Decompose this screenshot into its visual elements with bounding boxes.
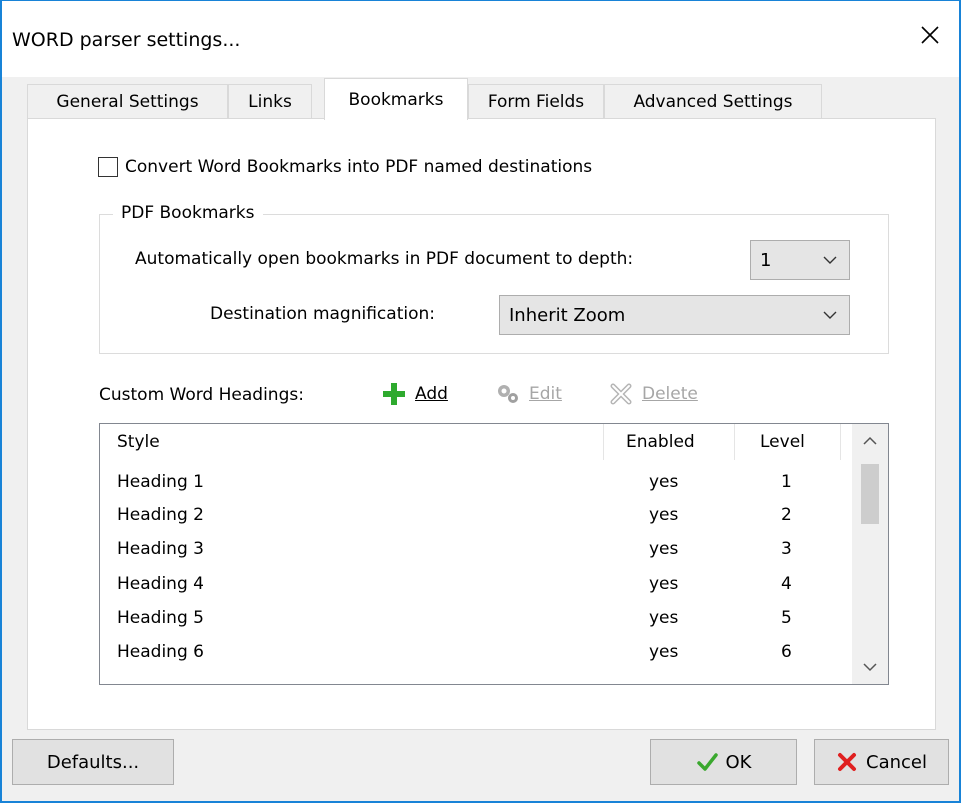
defaults-button[interactable]: Defaults... bbox=[12, 739, 174, 785]
table-row[interactable]: Heading 2 yes 2 bbox=[100, 498, 850, 532]
vertical-scrollbar[interactable] bbox=[852, 424, 888, 684]
magnification-value: Inherit Zoom bbox=[509, 304, 626, 326]
cell-level: 5 bbox=[781, 608, 792, 628]
scroll-up-button[interactable] bbox=[852, 424, 888, 458]
defaults-button-label: Defaults... bbox=[46, 751, 140, 773]
scroll-down-button[interactable] bbox=[852, 650, 888, 684]
tab-label: Links bbox=[248, 91, 292, 112]
depth-label: Automatically open bookmarks in PDF docu… bbox=[135, 249, 634, 269]
scroll-thumb[interactable] bbox=[861, 464, 879, 524]
column-header-enabled[interactable]: Enabled bbox=[626, 424, 695, 460]
chevron-down-icon bbox=[823, 311, 837, 319]
cell-level: 3 bbox=[781, 539, 792, 559]
cell-enabled: yes bbox=[649, 608, 679, 628]
delete-heading-button[interactable]: Delete bbox=[608, 381, 698, 407]
cell-style: Heading 3 bbox=[117, 539, 204, 559]
cell-enabled: yes bbox=[649, 642, 679, 662]
tab-label: General Settings bbox=[56, 91, 199, 112]
cell-enabled: yes bbox=[649, 574, 679, 594]
dialog-window: WORD parser settings... General Settings… bbox=[0, 0, 961, 803]
convert-bookmarks-checkbox[interactable] bbox=[98, 157, 118, 177]
cancel-x-icon bbox=[838, 753, 856, 771]
custom-headings-label: Custom Word Headings: bbox=[99, 385, 304, 405]
plus-icon bbox=[383, 383, 405, 405]
magnification-select[interactable]: Inherit Zoom bbox=[499, 295, 850, 335]
add-button-label: Add bbox=[415, 384, 448, 404]
list-header: Style Enabled Level bbox=[100, 424, 850, 460]
tab-general-settings[interactable]: General Settings bbox=[27, 84, 228, 118]
close-icon bbox=[921, 26, 939, 44]
cancel-button-label: Cancel bbox=[866, 751, 927, 773]
magnification-label: Destination magnification: bbox=[210, 304, 435, 324]
chevron-up-icon bbox=[863, 436, 877, 445]
table-row[interactable]: Heading 4 yes 4 bbox=[100, 567, 850, 601]
delete-button-label: Delete bbox=[642, 384, 698, 404]
chevron-down-icon bbox=[863, 663, 877, 672]
headings-list[interactable]: Style Enabled Level Heading 1 yes 1 Head… bbox=[99, 423, 889, 685]
column-header-style[interactable]: Style bbox=[117, 424, 160, 460]
cell-style: Heading 5 bbox=[117, 608, 204, 628]
cell-style: Heading 1 bbox=[117, 472, 204, 492]
edit-button-label: Edit bbox=[529, 384, 562, 404]
column-header-level[interactable]: Level bbox=[760, 424, 805, 460]
tab-links[interactable]: Links bbox=[228, 84, 312, 118]
cell-style: Heading 2 bbox=[117, 505, 204, 525]
bookmarks-tab-panel: Convert Word Bookmarks into PDF named de… bbox=[27, 118, 936, 730]
cell-level: 4 bbox=[781, 574, 792, 594]
pdf-bookmarks-legend: PDF Bookmarks bbox=[113, 203, 263, 223]
tab-label: Advanced Settings bbox=[633, 91, 793, 112]
cell-style: Heading 6 bbox=[117, 642, 204, 662]
cell-style: Heading 4 bbox=[117, 574, 204, 594]
cell-level: 2 bbox=[781, 505, 792, 525]
tab-label: Bookmarks bbox=[348, 89, 444, 110]
ok-button-label: OK bbox=[725, 751, 752, 773]
table-row[interactable]: Heading 5 yes 5 bbox=[100, 601, 850, 635]
table-row[interactable]: Heading 1 yes 1 bbox=[100, 465, 850, 499]
cell-enabled: yes bbox=[649, 505, 679, 525]
chevron-down-icon bbox=[823, 256, 837, 264]
ok-button[interactable]: OK bbox=[650, 739, 797, 785]
tab-advanced-settings[interactable]: Advanced Settings bbox=[604, 84, 822, 118]
title-bar: WORD parser settings... bbox=[2, 1, 959, 77]
table-row[interactable]: Heading 3 yes 3 bbox=[100, 532, 850, 566]
edit-heading-button[interactable]: Edit bbox=[495, 381, 562, 407]
gears-icon bbox=[498, 385, 518, 403]
table-row[interactable]: Heading 6 yes 6 bbox=[100, 635, 850, 669]
cell-enabled: yes bbox=[649, 472, 679, 492]
tab-label: Form Fields bbox=[487, 91, 585, 112]
checkmark-icon bbox=[696, 753, 718, 771]
tab-form-fields[interactable]: Form Fields bbox=[468, 84, 604, 118]
column-divider bbox=[840, 424, 841, 460]
pdf-bookmarks-group: PDF Bookmarks Automatically open bookmar… bbox=[99, 203, 889, 354]
cell-level: 6 bbox=[781, 642, 792, 662]
cell-enabled: yes bbox=[649, 539, 679, 559]
window-title: WORD parser settings... bbox=[12, 29, 241, 51]
depth-value: 1 bbox=[760, 249, 772, 271]
add-heading-button[interactable]: Add bbox=[381, 381, 448, 407]
close-button[interactable] bbox=[901, 9, 959, 61]
cancel-button[interactable]: Cancel bbox=[814, 739, 949, 785]
convert-bookmarks-checkbox-row[interactable]: Convert Word Bookmarks into PDF named de… bbox=[98, 157, 592, 177]
tab-bookmarks[interactable]: Bookmarks bbox=[324, 78, 468, 120]
delete-x-icon bbox=[610, 383, 632, 405]
column-divider bbox=[734, 424, 735, 460]
cell-level: 1 bbox=[781, 472, 792, 492]
convert-bookmarks-label: Convert Word Bookmarks into PDF named de… bbox=[125, 157, 593, 177]
depth-select[interactable]: 1 bbox=[750, 240, 850, 280]
column-divider bbox=[603, 424, 604, 460]
